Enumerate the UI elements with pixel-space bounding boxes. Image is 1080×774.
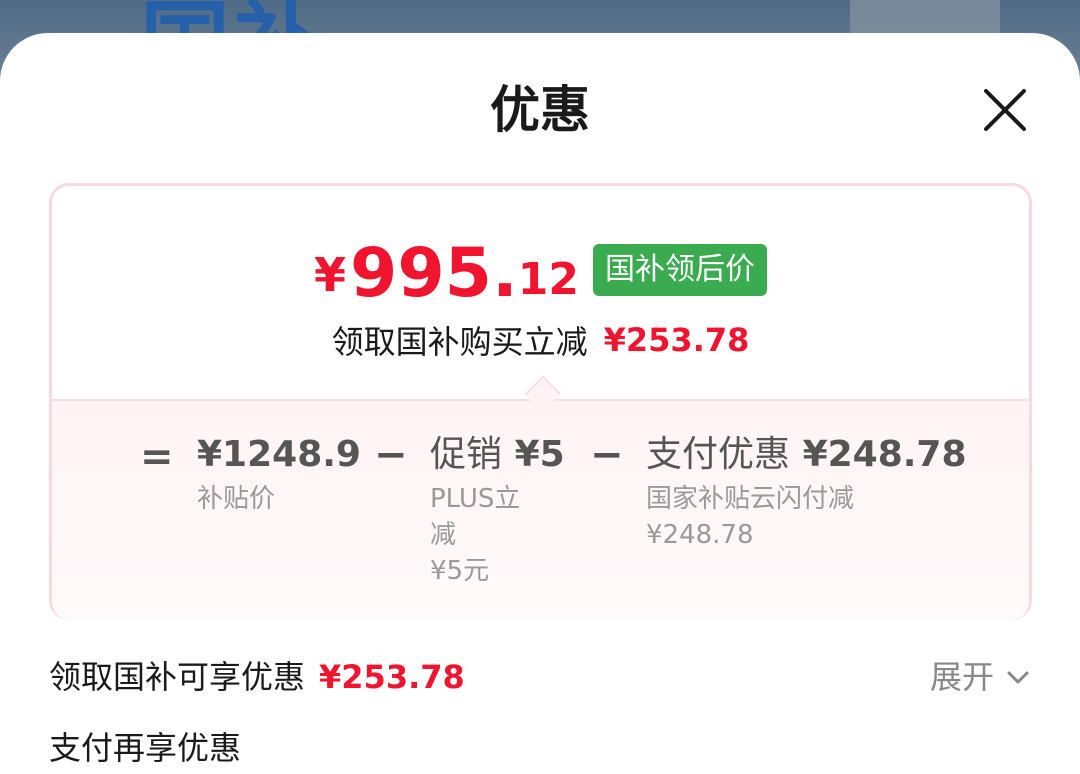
- promo-value: ¥5: [514, 434, 565, 475]
- sheet-title: 优惠: [490, 81, 590, 139]
- promo-desc-line3: ¥5元: [430, 556, 490, 586]
- base-price-value: ¥1248.9: [197, 434, 361, 475]
- subsidy-discount-amount: ¥253.78: [319, 658, 465, 696]
- expand-label: 展开: [929, 658, 994, 696]
- payment-desc-line1: 国家补贴云闪付减: [646, 484, 855, 514]
- subsidy-discount-label: 领取国补可享优惠: [49, 658, 306, 696]
- close-icon: [984, 89, 1026, 131]
- subsidy-reduction-amount: ¥253.78: [603, 321, 750, 359]
- subsidy-reduction-label: 领取国补购买立减: [331, 323, 588, 361]
- final-price: ¥ 995. 12 国补领后价: [52, 234, 1029, 313]
- price-summary-card: ¥ 995. 12 国补领后价 领取国补购买立减 ¥253.78 = ¥1248…: [49, 183, 1032, 620]
- equals-sign: =: [140, 434, 174, 480]
- price-breakdown: = ¥1248.9 补贴价 − 促销 ¥5 PLUS立 减 ¥5元 − 支付优惠…: [52, 399, 1029, 620]
- payment-discount-value: ¥248.78: [802, 434, 967, 475]
- promo-label: 促销: [430, 434, 503, 475]
- payment-discount-heading: 支付再享优惠: [49, 729, 242, 767]
- subsidy-discount-row: 领取国补可享优惠 ¥253.78: [49, 655, 465, 699]
- base-price-label: 补贴价: [197, 484, 276, 514]
- price-integer: 995.: [350, 234, 518, 313]
- close-button[interactable]: [978, 83, 1032, 137]
- promo-desc-line1: PLUS立: [430, 484, 521, 514]
- payment-discount-term: 支付优惠 ¥248.78: [646, 431, 967, 479]
- subsidy-price-badge: 国补领后价: [593, 244, 768, 296]
- currency-symbol: ¥: [313, 248, 346, 302]
- payment-discount-label: 支付优惠: [646, 434, 791, 475]
- minus-sign: −: [374, 432, 408, 478]
- payment-desc-line2: ¥248.78: [646, 520, 754, 550]
- payment-discount-row[interactable]: 支付再享优惠: [49, 726, 241, 770]
- promo-term: 促销 ¥5: [430, 431, 565, 479]
- promo-desc-line2: 减: [430, 520, 457, 550]
- price-summary-top: ¥ 995. 12 国补领后价 领取国补购买立减 ¥253.78: [52, 186, 1029, 401]
- minus-sign: −: [590, 432, 624, 478]
- price-decimal: 12: [517, 254, 580, 305]
- subsidy-reduction-line: 领取国补购买立减 ¥253.78: [52, 318, 1029, 362]
- chevron-down-icon: [1007, 671, 1029, 684]
- expand-button[interactable]: 展开: [930, 655, 1032, 699]
